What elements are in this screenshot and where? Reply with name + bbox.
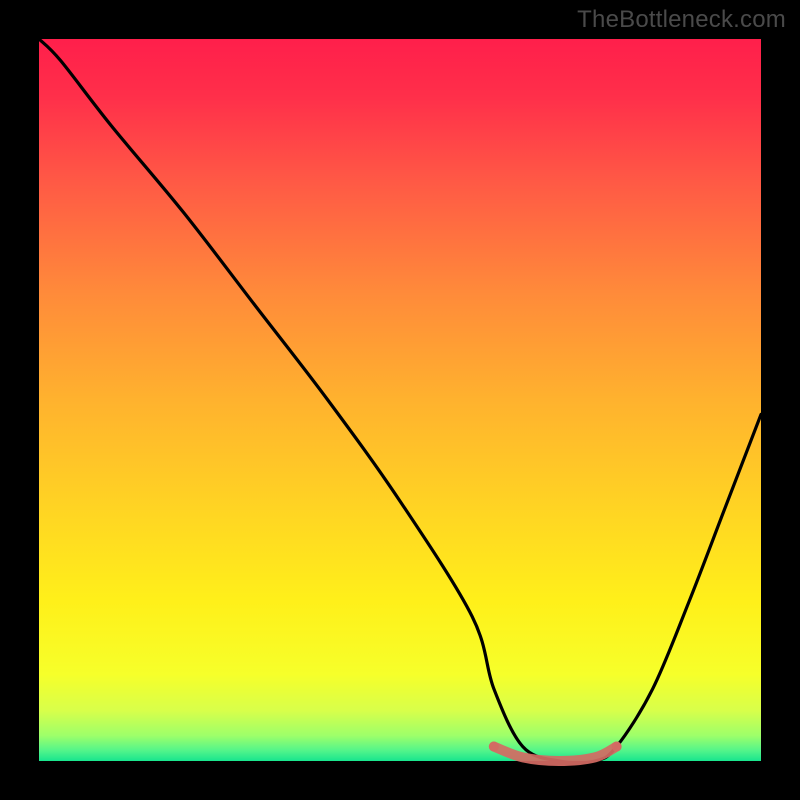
attribution-label: TheBottleneck.com [577, 6, 786, 34]
bottleneck-chart [0, 0, 800, 800]
chart-frame: TheBottleneck.com [0, 0, 800, 800]
highlight-endpoint [489, 742, 499, 752]
plot-area [39, 39, 761, 761]
highlight-endpoint [612, 742, 622, 752]
